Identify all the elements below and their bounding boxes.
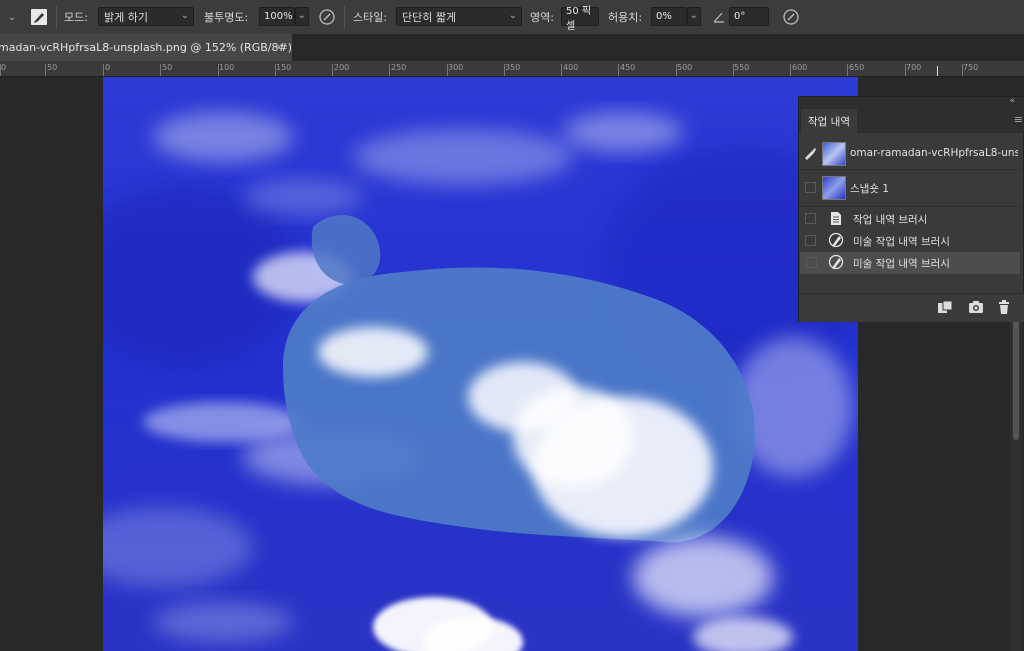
ruler-label: 700 <box>906 63 922 72</box>
history-item-label: omar-ramadan-vcRHpfrsaL8-uns... <box>850 147 1018 159</box>
history-state-row[interactable]: 작업 내역 브러시 <box>799 208 1021 229</box>
ruler-label: 0 <box>1 63 7 72</box>
ruler-label: 200 <box>334 63 350 72</box>
ruler-label: 50 <box>162 63 173 72</box>
ruler-major-tick <box>332 64 333 76</box>
ruler-label: 100 <box>219 63 235 72</box>
history-source-checkbox[interactable] <box>805 182 816 193</box>
panel-header-bar: « <box>799 96 1024 109</box>
close-icon[interactable]: × <box>274 40 284 54</box>
separator <box>56 6 57 28</box>
history-source-checkbox[interactable] <box>805 213 816 224</box>
opacity-label: 불투명도: <box>204 11 249 24</box>
horizontal-ruler: 0 50 0 50 100 150 200 250 300 350 400 45… <box>0 61 1024 77</box>
ruler-label: 400 <box>563 63 579 72</box>
history-state-row[interactable]: 미술 작업 내역 브러시 <box>799 230 1021 251</box>
camera-icon[interactable] <box>968 300 984 314</box>
history-panel: « 작업 내역 ≡ omar-ramadan-vcRHpfrsaL8-uns..… <box>798 96 1024 322</box>
panel-menu-icon[interactable]: ≡ <box>1014 113 1023 126</box>
snapshot-thumbnail <box>822 142 846 166</box>
ruler-label: 650 <box>849 63 865 72</box>
ruler-major-tick <box>45 64 46 76</box>
chevron-down-icon: ⌄ <box>180 10 189 21</box>
ruler-major-tick <box>103 64 104 76</box>
chevron-down-icon: ⌄ <box>689 10 698 21</box>
ruler-major-tick <box>847 64 848 76</box>
ruler-major-tick <box>160 64 161 76</box>
angle-field[interactable]: 0° <box>729 7 769 26</box>
document-icon <box>831 212 841 225</box>
mode-label: 모드: <box>64 11 88 24</box>
art-history-brush-icon <box>828 254 844 270</box>
history-brush-icon <box>31 9 47 25</box>
pressure-size-toggle[interactable] <box>782 0 800 34</box>
history-item-label: 미술 작업 내역 브러시 <box>853 258 950 270</box>
history-source-checkbox[interactable] <box>805 235 816 246</box>
options-bar: ⌄ 모드: 밝게 하기 ⌄ 불투명도: 100% ⌄ 스타일: 단단히 짧게 ⌄… <box>0 0 1024 35</box>
document-tab[interactable]: madan-vcRHpfrsaL8-unsplash.png @ 152% (R… <box>0 34 292 61</box>
ruler-label: 50 <box>47 63 58 72</box>
ruler-label: 0 <box>105 63 111 72</box>
tolerance-field[interactable]: 0% <box>651 7 687 26</box>
history-source-checkbox[interactable] <box>806 257 817 268</box>
ruler-label: 450 <box>620 63 636 72</box>
opacity-field[interactable]: 100% <box>259 7 295 26</box>
style-label: 스타일: <box>353 11 388 24</box>
document-image[interactable] <box>103 77 858 651</box>
divider <box>799 169 1021 170</box>
tool-preset-picker[interactable] <box>30 0 48 34</box>
pressure-pen-icon <box>319 9 335 25</box>
ruler-major-tick <box>618 64 619 76</box>
history-source-row[interactable]: omar-ramadan-vcRHpfrsaL8-uns... <box>799 138 1021 168</box>
history-snapshot-row[interactable]: 스냅숏 1 <box>799 172 1021 202</box>
pressure-opacity-toggle[interactable] <box>318 0 336 34</box>
history-panel-footer <box>799 293 1024 322</box>
history-item-label: 작업 내역 브러시 <box>853 214 928 226</box>
snapshot-thumbnail <box>822 176 846 200</box>
panel-tab-row: 작업 내역 ≡ <box>799 109 1024 133</box>
ruler-major-tick <box>790 64 791 76</box>
area-field[interactable]: 50 픽셀 <box>561 6 599 32</box>
pressure-pen-icon <box>783 9 799 25</box>
history-item-label: 미술 작업 내역 브러시 <box>853 236 950 248</box>
ruler-label: 350 <box>505 63 521 72</box>
chevron-down-icon: ⌄ <box>297 10 306 21</box>
collapse-icon[interactable]: « <box>1009 96 1015 106</box>
mode-value: 밝게 하기 <box>104 10 148 24</box>
separator <box>344 6 345 28</box>
ruler-label: 150 <box>276 63 292 72</box>
scrollbar-thumb[interactable] <box>1013 320 1019 440</box>
ruler-label: 550 <box>734 63 750 72</box>
history-brush-source-icon[interactable] <box>803 146 817 160</box>
sky-photo <box>103 77 858 651</box>
tolerance-label: 허용치: <box>608 11 643 24</box>
area-label: 영역: <box>530 11 554 24</box>
ruler-label: 500 <box>677 63 693 72</box>
document-tab-title: madan-vcRHpfrsaL8-unsplash.png @ 152% (R… <box>0 41 292 54</box>
ruler-major-tick <box>389 64 390 76</box>
trash-icon[interactable] <box>997 300 1011 315</box>
opacity-dropdown[interactable]: ⌄ <box>295 7 309 26</box>
tolerance-dropdown[interactable]: ⌄ <box>687 7 701 26</box>
ruler-major-tick <box>561 64 562 76</box>
ruler-cursor-marker <box>937 66 938 76</box>
ruler-label: 750 <box>963 63 979 72</box>
angle-icon <box>712 0 726 34</box>
vertical-scrollbar[interactable] <box>1010 320 1022 651</box>
divider <box>799 206 1021 207</box>
tab-history[interactable]: 작업 내역 <box>801 109 857 133</box>
history-item-label: 스냅숏 1 <box>850 183 889 195</box>
new-document-from-state-icon[interactable] <box>937 300 953 314</box>
style-dropdown[interactable]: 단단히 짧게 ⌄ <box>396 7 522 26</box>
art-history-brush-icon <box>828 232 844 248</box>
document-tab-bar: madan-vcRHpfrsaL8-unsplash.png @ 152% (R… <box>0 34 1024 61</box>
style-value: 단단히 짧게 <box>402 10 457 24</box>
ruler-label: 300 <box>448 63 464 72</box>
history-state-row-selected[interactable]: 미술 작업 내역 브러시 <box>800 252 1020 274</box>
mode-dropdown[interactable]: 밝게 하기 ⌄ <box>98 7 194 26</box>
chevron-down-icon: ⌄ <box>508 10 517 21</box>
ruler-label: 250 <box>391 63 407 72</box>
tool-preset-chevron-icon[interactable]: ⌄ <box>8 0 16 34</box>
ruler-label: 600 <box>792 63 808 72</box>
